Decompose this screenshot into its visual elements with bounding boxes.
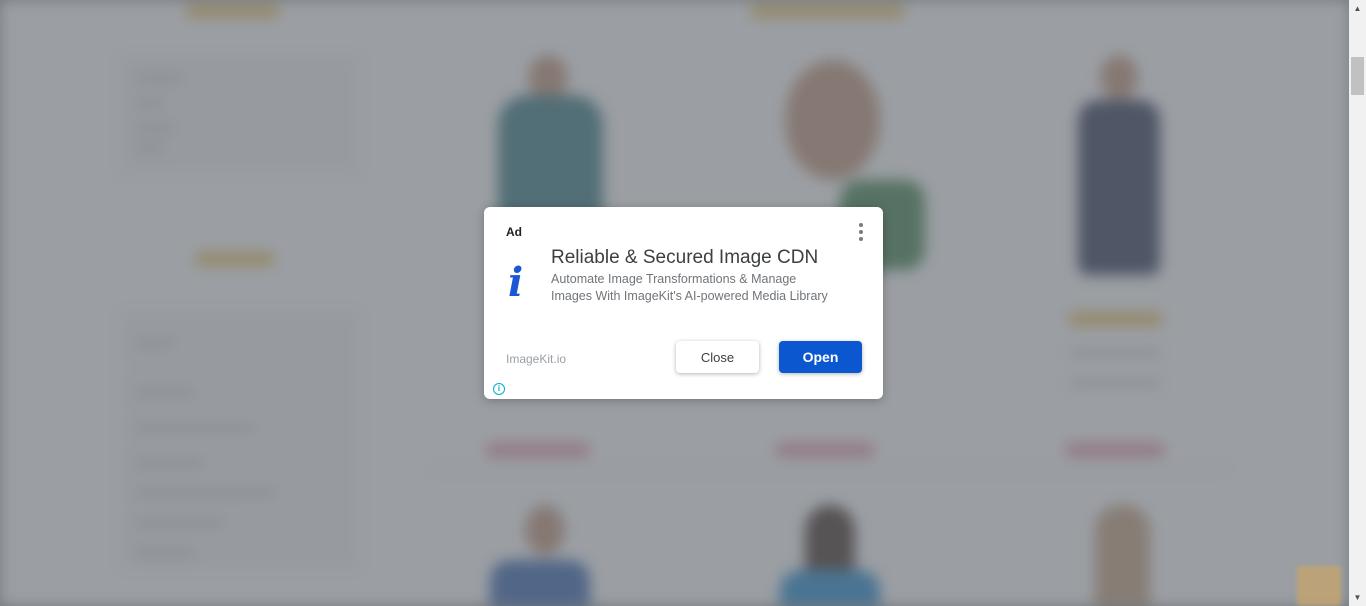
close-button[interactable]: Close: [676, 341, 759, 373]
scrollbar[interactable]: ▲ ▼: [1349, 0, 1366, 606]
ad-badge: Ad: [506, 225, 522, 239]
scroll-down-arrow-icon[interactable]: ▼: [1349, 589, 1366, 606]
scrollbar-thumb[interactable]: [1351, 57, 1364, 95]
open-button[interactable]: Open: [779, 341, 862, 373]
scroll-to-top-button[interactable]: [1297, 566, 1341, 606]
more-options-icon[interactable]: [856, 223, 866, 241]
info-italic-icon: i: [508, 259, 524, 306]
ad-title[interactable]: Reliable & Secured Image CDN: [551, 247, 818, 269]
ad-source[interactable]: ImageKit.io: [506, 352, 566, 366]
adchoices-info-icon[interactable]: i: [493, 383, 505, 395]
ad-dialog: Ad i Reliable & Secured Image CDN Automa…: [484, 207, 883, 399]
ad-description[interactable]: Automate Image Transformations & Manage …: [551, 271, 831, 304]
scroll-up-arrow-icon[interactable]: ▲: [1349, 0, 1366, 17]
